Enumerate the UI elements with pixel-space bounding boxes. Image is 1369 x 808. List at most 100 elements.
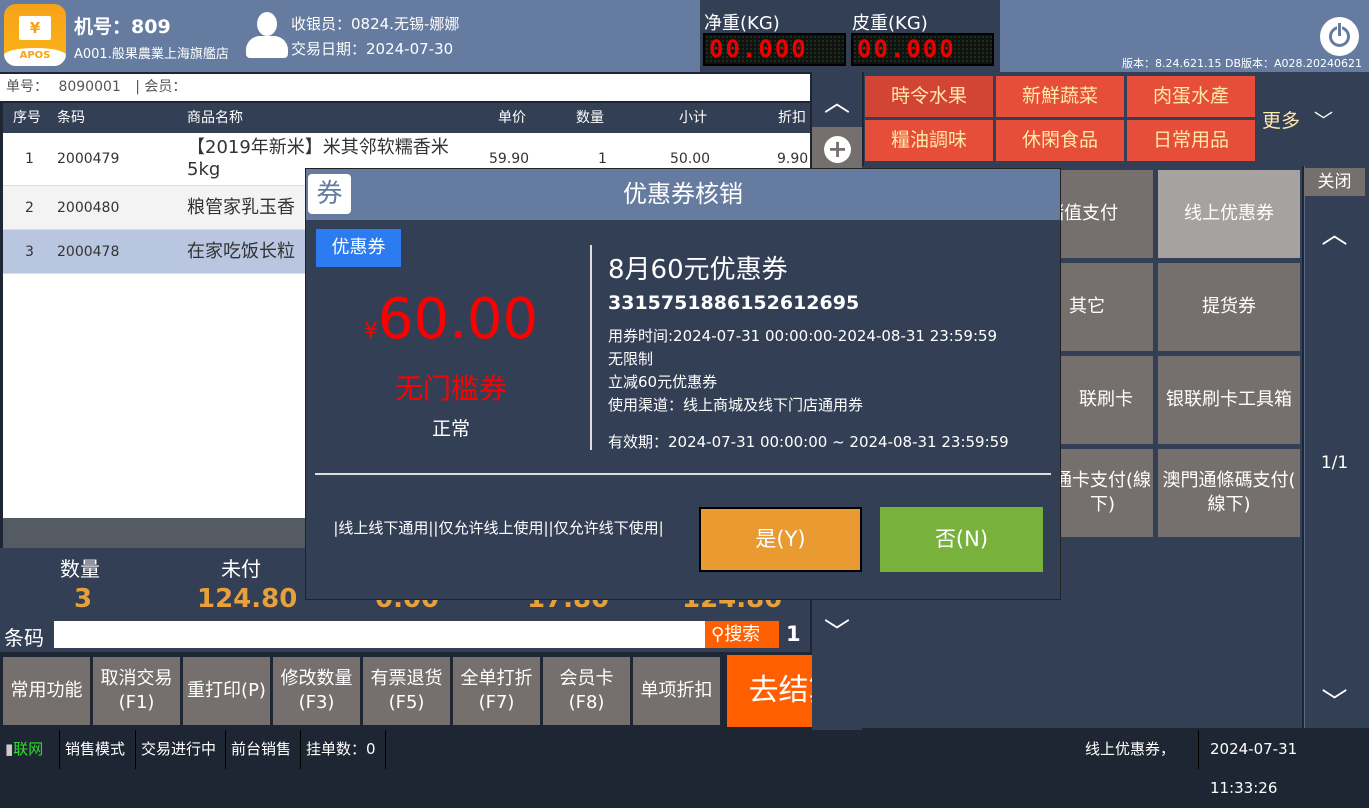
member-card-button[interactable]: 会员卡 (F8): [543, 657, 630, 725]
scroll-down-button[interactable]: ﹀: [812, 612, 862, 649]
coupon-state: 正常: [431, 418, 470, 440]
add-item-button[interactable]: +: [812, 127, 862, 172]
more-label: 更多: [1262, 110, 1301, 132]
trade-date: 交易日期：2024-07-30: [291, 40, 454, 58]
payment-unionpay-toolbox[interactable]: 银联刷卡工具箱: [1158, 356, 1300, 444]
coupon-name: 8月60元优惠券: [608, 255, 788, 285]
unpaid-value: 124.80: [197, 584, 298, 614]
reprint-button[interactable]: 重打印(P): [183, 657, 270, 725]
scroll-up-button[interactable]: ︿: [812, 82, 862, 119]
table-header: 序号 条码 商品名称 单价 数量 小计 折扣: [3, 103, 810, 133]
order-info: 单号： 8090001 | 会员：: [0, 74, 810, 101]
cell-code: 2000479: [57, 151, 120, 167]
no-button[interactable]: 否(N): [880, 507, 1043, 572]
cell-name: 在家吃饭长粒: [187, 241, 295, 262]
sales-mode: 销售模式: [60, 730, 136, 769]
category-snacks[interactable]: 休閑食品: [996, 120, 1124, 161]
description: 立减60元优惠券: [608, 373, 718, 391]
cell-no: 2: [25, 200, 34, 216]
col-qty: 数量: [576, 110, 604, 126]
category-daily[interactable]: 日常用品: [1127, 120, 1255, 161]
coupon-redeem-dialog: 优惠券核销 券 优惠券 ¥60.00 无门槛券 正常 8月60元优惠券 3315…: [305, 168, 1061, 600]
network-label: 联网: [13, 740, 44, 758]
chevron-up-icon: ︿: [823, 88, 850, 118]
barcode-label: 条码: [4, 626, 44, 650]
modify-qty-button[interactable]: 修改数量 (F3): [273, 657, 360, 725]
version-info: 版本：8.24.621.15 DB版本：A028.20240621: [1122, 57, 1362, 70]
payment-online-coupon[interactable]: 线上优惠券: [1158, 170, 1300, 258]
search-icon: ⚲: [711, 624, 725, 645]
page-down-button[interactable]: ﹀: [1304, 682, 1365, 719]
category-seasonal-fruit[interactable]: 時令水果: [865, 76, 993, 117]
col-no: 序号: [13, 110, 41, 126]
search-label: 搜索: [724, 624, 761, 645]
net-weight-label: 净重(KG): [704, 13, 780, 34]
chevron-down-icon: ﹀: [1314, 110, 1334, 132]
machine-number: 机号：809: [74, 16, 171, 38]
coupon-details: 用券时间:2024-07-31 00:00:00-2024-08-31 23:5…: [608, 325, 997, 417]
unpaid-label: 未付: [221, 557, 261, 581]
status-message: 线上优惠券，: [1080, 730, 1199, 769]
order-no: 8090001: [58, 79, 121, 95]
common-functions-button[interactable]: 常用功能: [3, 657, 90, 725]
use-time: 用券时间:2024-07-31 00:00:00-2024-08-31 23:5…: [608, 327, 998, 345]
barcode-row: 条码 ⚲搜索 1: [0, 618, 810, 652]
validity: 有效期：2024-07-31 00:00:00 ~ 2024-08-31 23:…: [608, 433, 1009, 451]
col-name: 商品名称: [187, 110, 243, 126]
page-up-button[interactable]: ︿: [1304, 214, 1365, 251]
limit: 无限制: [608, 350, 654, 368]
store-name: A001.般果農業上海旗艦店: [74, 47, 229, 62]
col-price: 单价: [498, 110, 526, 126]
coupon-badge: 优惠券: [316, 229, 401, 267]
coupon-code: 3315751886152612695: [608, 292, 860, 314]
chevron-down-icon: ﹀: [1321, 688, 1348, 718]
usage-note: |线上线下通用||仅允许线上使用||仅允许线下使用|: [333, 519, 664, 537]
apos-logo: ¥ APOS: [4, 4, 66, 66]
barcode-count: 1: [786, 622, 801, 646]
close-button[interactable]: 关闭: [1304, 168, 1365, 196]
cell-no: 3: [25, 244, 34, 260]
coupon-icon: 券: [308, 174, 351, 214]
trade-status: 交易进行中: [136, 730, 226, 769]
cell-code: 2000478: [57, 244, 120, 260]
category-vegetables[interactable]: 新鮮蔬菜: [996, 76, 1124, 117]
cell-no: 1: [25, 151, 34, 167]
search-button[interactable]: ⚲搜索: [705, 621, 779, 648]
separator: [315, 473, 1051, 475]
coupon-type: 无门槛券: [394, 372, 507, 405]
col-code: 条码: [57, 110, 85, 126]
coupon-amount: ¥60.00: [306, 287, 596, 352]
barcode-input[interactable]: [54, 621, 705, 648]
tare-weight-label: 皮重(KG): [852, 13, 928, 34]
user-avatar-icon: [246, 12, 288, 58]
amount-value: 60.00: [377, 287, 539, 352]
category-grain-oil[interactable]: 糧油調味: [865, 120, 993, 161]
col-subtotal: 小计: [679, 110, 707, 126]
page-indicator: 1/1: [1320, 453, 1349, 473]
more-categories-button[interactable]: 更多 ﹀: [1262, 106, 1333, 133]
col-discount: 折扣: [778, 110, 806, 126]
held-orders: 挂单数：0: [301, 730, 386, 769]
item-discount-button[interactable]: 单项折扣: [633, 657, 720, 725]
dialog-title: 优惠券核销: [306, 169, 1060, 220]
currency-symbol: ¥: [363, 319, 378, 344]
cell-code: 2000480: [57, 200, 120, 216]
divider: [590, 245, 592, 450]
payment-macau-barcode[interactable]: 澳門通條碼支付( 線下): [1158, 449, 1300, 537]
datetime: 2024-07-31 11:33:26: [1210, 740, 1298, 797]
qty-value: 3: [74, 584, 93, 614]
chevron-down-icon: ﹀: [823, 618, 850, 648]
order-no-label: 单号：: [6, 79, 48, 95]
return-button[interactable]: 有票退货 (F5): [363, 657, 450, 725]
category-meat-eggs[interactable]: 肉蛋水產: [1127, 76, 1255, 117]
yes-button[interactable]: 是(Y): [699, 507, 862, 572]
payment-pickup-voucher[interactable]: 提货券: [1158, 263, 1300, 351]
channel: 使用渠道：线上商城及线下门店通用券: [608, 396, 864, 414]
status-bar: ▮联网 销售模式 交易进行中 前台销售 挂单数：0 线上优惠券， 2024-07…: [0, 730, 1369, 797]
power-button[interactable]: [1320, 17, 1359, 56]
plus-icon: +: [824, 136, 851, 163]
member-label: | 会员：: [135, 79, 187, 95]
cancel-transaction-button[interactable]: 取消交易 (F1): [93, 657, 180, 725]
cashier: 收银员：0824.无锡-娜娜: [291, 15, 460, 33]
whole-discount-button[interactable]: 全单打折 (F7): [453, 657, 540, 725]
